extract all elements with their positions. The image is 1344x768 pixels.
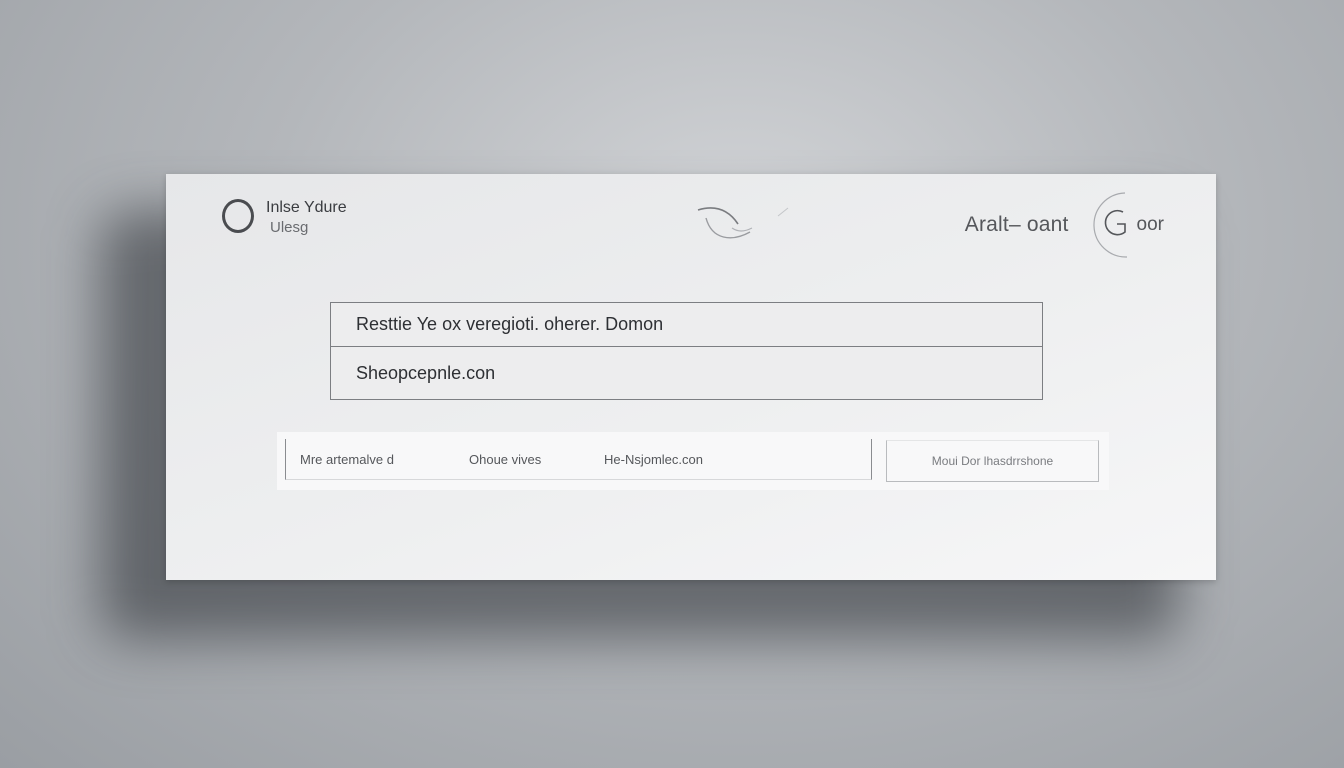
- header-right: Aralt– oant oor: [965, 190, 1164, 260]
- brand-title: Inlse Ydure: [266, 199, 347, 216]
- bar-action-button-label: Moui Dor lhasdrrshone: [931, 454, 1054, 468]
- main-card: Inlse Ydure Ulesg Aralt– oant oor Restti…: [166, 174, 1216, 580]
- header-link[interactable]: Aralt– oant: [965, 213, 1069, 237]
- bar-field-item-2: Ohoue vives: [469, 451, 542, 467]
- panel-domain-text: Sheopcepnle.con: [356, 362, 496, 383]
- action-bar: Mre artemalve d Ohoue vives He-Nsjomlec.…: [277, 432, 1109, 490]
- bar-field-item-1: Mre artemalve d: [300, 451, 394, 467]
- g-circle-icon: [1081, 190, 1147, 260]
- brand-text: Inlse Ydure Ulesg: [266, 198, 347, 238]
- panel-row-message: Resttie Ye ox veregioti. oherer. Domon: [331, 303, 1042, 346]
- panel-row-domain[interactable]: Sheopcepnle.con: [331, 346, 1042, 399]
- bar-action-button[interactable]: Moui Dor lhasdrrshone: [886, 440, 1099, 482]
- bar-input-field[interactable]: Mre artemalve d Ohoue vives He-Nsjomlec.…: [285, 439, 872, 480]
- brand-logo-icon: [222, 199, 254, 233]
- swoosh-icon: [696, 202, 796, 251]
- brand: Inlse Ydure Ulesg: [222, 198, 347, 238]
- panel-message-text: Resttie Ye ox veregioti. oherer. Domon: [356, 314, 664, 334]
- info-panel: Resttie Ye ox veregioti. oherer. Domon S…: [330, 302, 1043, 400]
- bar-field-item-3: He-Nsjomlec.con: [604, 451, 703, 467]
- brand-subtitle: Ulesg: [270, 219, 309, 236]
